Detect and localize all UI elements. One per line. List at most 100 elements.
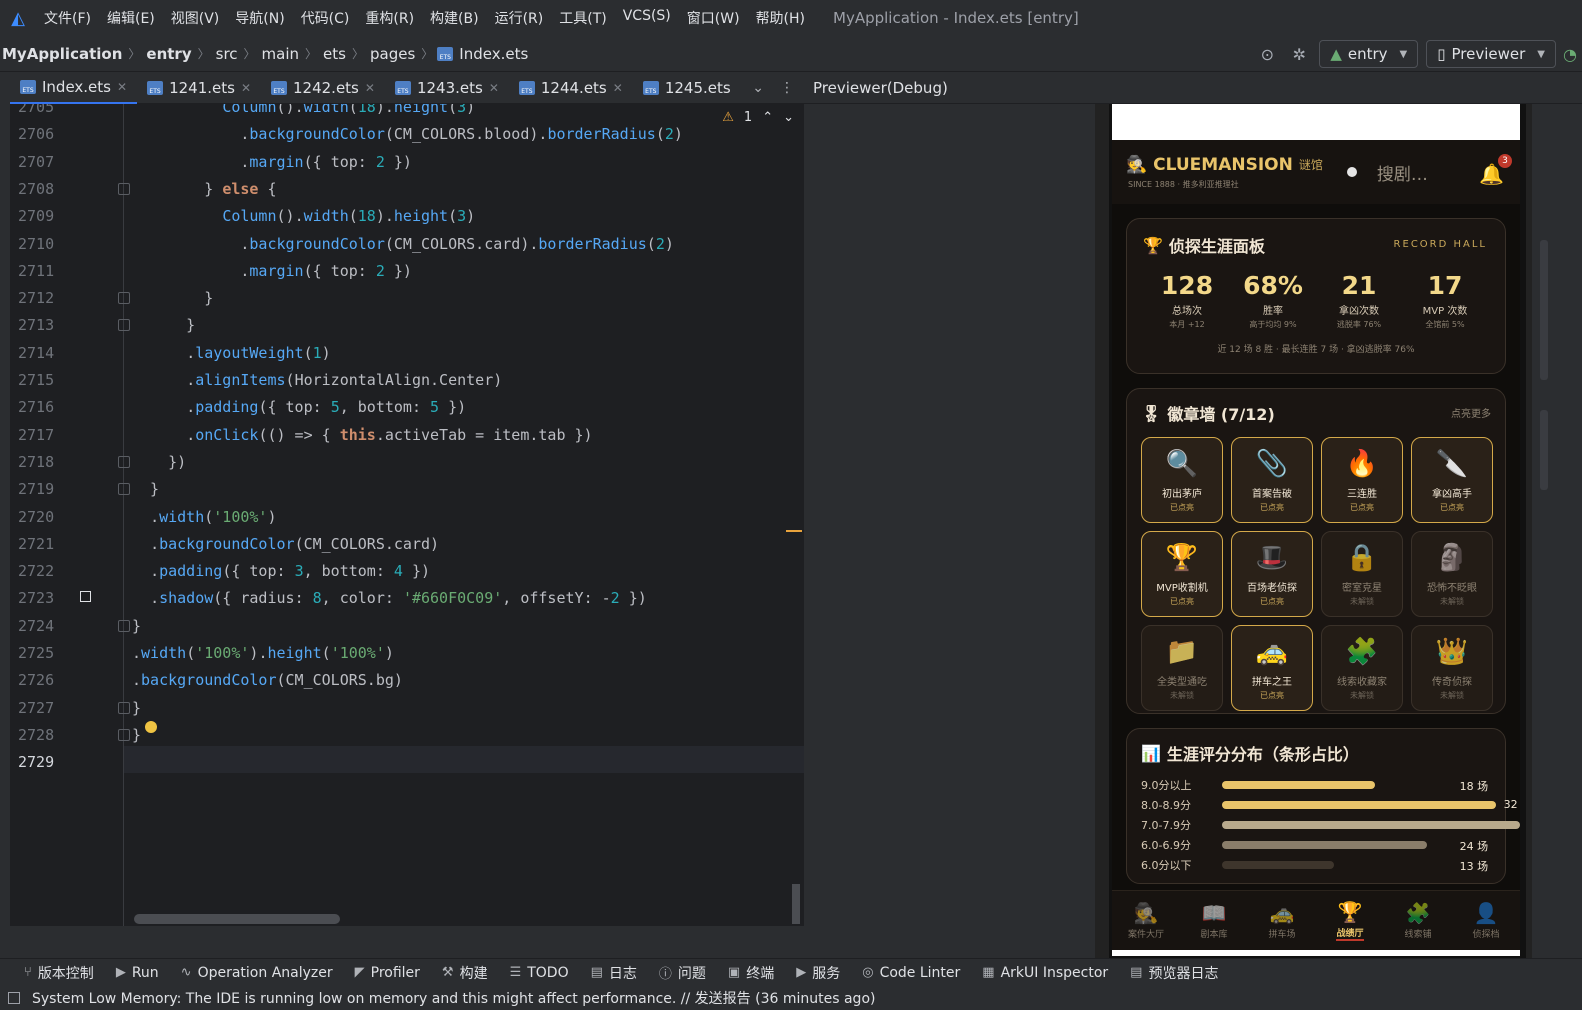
code-text[interactable]: } [132, 613, 141, 640]
menu-item[interactable]: 工具(T) [551, 8, 614, 28]
badge-item[interactable]: 📁 全类型通吃 未解锁 [1141, 625, 1223, 711]
badge-item[interactable]: 🗿 恐怖不眨眼 未解锁 [1411, 531, 1493, 617]
app-logo-icon[interactable]: ◭ [0, 0, 36, 36]
fold-marker-icon[interactable] [118, 701, 130, 714]
tool-window-button[interactable]: ⚒ 构建 [442, 963, 488, 983]
line-number[interactable]: 2723 [18, 585, 64, 612]
tool-window-button[interactable]: ▤ 预览器日志 [1130, 963, 1218, 983]
line-number[interactable]: 2726 [18, 667, 64, 694]
code-text[interactable]: .layoutWeight(1) [132, 340, 331, 367]
badge-item[interactable]: 🔍 初出茅庐 已点亮 [1141, 437, 1223, 523]
tool-window-button[interactable]: ▤ 日志 [591, 963, 637, 983]
badge-item[interactable]: 🚕 拼车之王 已点亮 [1231, 625, 1313, 711]
close-icon[interactable]: ✕ [241, 81, 251, 95]
tab-Index-ets[interactable]: ETS Index.ets ✕ [10, 71, 138, 104]
line-number[interactable]: 2717 [18, 422, 64, 449]
tool-window-button[interactable]: ▶ 服务 [796, 963, 840, 983]
breadcrumb-item[interactable]: MyApplication [0, 45, 124, 63]
close-icon[interactable]: ✕ [365, 81, 375, 95]
menu-item[interactable]: 运行(R) [487, 8, 552, 28]
code-text[interactable]: } [132, 695, 141, 722]
tab-1245-ets[interactable]: ETS 1245.ets [633, 72, 741, 104]
line-number[interactable]: 2716 [18, 394, 64, 421]
tool-window-button[interactable]: ▶ Run [116, 965, 159, 981]
code-text[interactable]: .shadow({ radius: 8, color: '#660F0C09',… [132, 585, 647, 612]
code-text[interactable]: .alignItems(HorizontalAlign.Center) [132, 367, 502, 394]
run-indicator-icon[interactable]: ◔ [1563, 42, 1577, 66]
code-text[interactable]: } [132, 722, 141, 749]
menu-item[interactable]: 构建(B) [422, 8, 487, 28]
more-link[interactable]: 点亮更多 [1451, 405, 1491, 420]
breadcrumb-item[interactable]: ets [321, 45, 348, 63]
tab-1244-ets[interactable]: ETS 1244.ets ✕ [509, 72, 633, 104]
fold-marker-icon[interactable] [118, 619, 130, 632]
menu-item[interactable]: VCS(S) [615, 8, 679, 28]
code-text[interactable]: .backgroundColor(CM_COLORS.blood).border… [132, 121, 683, 148]
breadcrumb-item[interactable]: src [214, 45, 240, 63]
badge-item[interactable]: 🔪 拿凶高手 已点亮 [1411, 437, 1493, 523]
lightbulb-icon[interactable] [145, 721, 157, 733]
bottom-tab[interactable]: 📖 剧本库 [1184, 901, 1244, 940]
fold-marker-icon[interactable] [118, 292, 130, 305]
module-dropdown[interactable]: ▲ entry ▼ [1319, 40, 1419, 68]
line-number[interactable]: 2713 [18, 312, 64, 339]
menu-item[interactable]: 文件(F) [36, 8, 99, 28]
right-scroll-handle[interactable] [1540, 240, 1548, 380]
status-message[interactable]: System Low Memory: The IDE is running lo… [32, 988, 875, 1008]
line-number[interactable]: 2722 [18, 558, 64, 585]
badge-item[interactable]: 👑 传奇侦探 未解锁 [1411, 625, 1493, 711]
tool-window-button[interactable]: ▣ 终端 [728, 963, 774, 983]
fold-marker-icon[interactable] [118, 728, 130, 741]
breadcrumb-item[interactable]: pages [368, 45, 417, 63]
tool-window-button[interactable]: ▦ ArkUI Inspector [982, 965, 1108, 981]
tab-1243-ets[interactable]: ETS 1243.ets ✕ [385, 72, 509, 104]
menu-item[interactable]: 视图(V) [163, 8, 228, 28]
vertical-scrollbar[interactable] [792, 884, 800, 924]
right-scroll-handle-2[interactable] [1540, 410, 1548, 490]
code-text[interactable]: .onClick(() => { this.activeTab = item.t… [132, 422, 592, 449]
code-text[interactable]: .width('100%').height('100%') [132, 640, 394, 667]
horizontal-scrollbar[interactable] [134, 914, 340, 924]
menu-item[interactable]: 重构(R) [357, 8, 422, 28]
close-icon[interactable]: ✕ [117, 80, 127, 94]
bug-icon[interactable]: ✲ [1287, 42, 1311, 66]
tool-window-button[interactable]: ☰ TODO [510, 965, 569, 981]
status-checkbox-icon[interactable] [8, 992, 20, 1004]
code-text[interactable]: Column().width(18).height(3) [132, 203, 475, 230]
code-text[interactable]: } [132, 312, 195, 339]
code-text[interactable]: .padding({ top: 3, bottom: 4 }) [132, 558, 430, 585]
breadcrumb-item[interactable]: main [260, 45, 301, 63]
breadcrumb-item[interactable]: entry [144, 45, 193, 63]
bottom-tab[interactable]: 👤 侦探档 [1456, 901, 1516, 940]
code-text[interactable]: .backgroundColor(CM_COLORS.card) [132, 531, 439, 558]
breadcrumb-item[interactable]: Index.ets [457, 45, 530, 63]
fold-marker-icon[interactable] [118, 182, 130, 195]
close-icon[interactable]: ✕ [613, 81, 623, 95]
bottom-tab[interactable]: 🧩 线索铺 [1388, 901, 1448, 940]
code-text[interactable]: } else { [132, 176, 276, 203]
badge-item[interactable]: 🔒 密室克星 未解锁 [1321, 531, 1403, 617]
line-number[interactable]: 2720 [18, 504, 64, 531]
fold-marker-icon[interactable] [118, 319, 130, 332]
search-input[interactable]: 搜剧… [1377, 160, 1428, 185]
chevron-down-icon[interactable]: ⌄ [752, 80, 764, 96]
code-text[interactable]: Column().width(18).height(3) [132, 104, 475, 121]
tool-window-button[interactable]: ∿ Operation Analyzer [181, 965, 333, 981]
code-text[interactable]: .margin({ top: 2 }) [132, 258, 412, 285]
code-text[interactable]: } [132, 285, 213, 312]
bottom-tab[interactable]: 🕵 案件大厅 [1116, 901, 1176, 940]
badge-item[interactable]: 🏆 MVP收割机 已点亮 [1141, 531, 1223, 617]
line-number[interactable]: 2708 [18, 176, 64, 203]
line-number[interactable]: 2715 [18, 367, 64, 394]
line-number[interactable]: 2719 [18, 476, 64, 503]
chevron-up-icon[interactable]: ⌃ [762, 110, 773, 125]
line-number[interactable]: 2725 [18, 640, 64, 667]
tab-1241-ets[interactable]: ETS 1241.ets ✕ [137, 72, 261, 104]
line-number[interactable]: 2714 [18, 340, 64, 367]
badge-item[interactable]: 🧩 线索收藏家 未解锁 [1321, 625, 1403, 711]
badge-item[interactable]: 🔥 三连胜 已点亮 [1321, 437, 1403, 523]
line-number[interactable]: 2711 [18, 258, 64, 285]
menu-item[interactable]: 编辑(E) [99, 8, 163, 28]
code-text[interactable]: .backgroundColor(CM_COLORS.bg) [132, 667, 403, 694]
line-number[interactable]: 2710 [18, 231, 64, 258]
